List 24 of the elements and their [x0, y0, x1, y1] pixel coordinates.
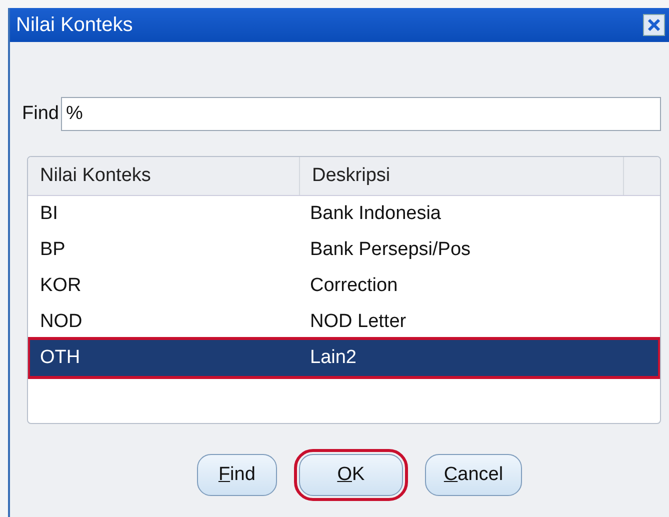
- column-header[interactable]: Deskripsi: [300, 157, 624, 195]
- table-row[interactable]: KOR Correction: [30, 268, 658, 304]
- table-cell-text: Bank Persepsi/Pos: [309, 238, 471, 262]
- table-cell-text: Lain2: [309, 346, 356, 370]
- table-cell-text: OTH: [39, 346, 82, 370]
- table-cell-text: KOR: [39, 274, 82, 298]
- table-cell-text: Correction: [309, 274, 398, 298]
- table-cell-text: BI: [39, 202, 59, 226]
- table-cell-text: NOD: [39, 310, 84, 334]
- window-title: Nilai Konteks: [16, 14, 133, 36]
- table-row[interactable]: BP Bank Persepsi/Pos: [30, 232, 658, 268]
- find-button[interactable]: Find: [196, 454, 277, 496]
- table-row[interactable]: NOD NOD Letter: [30, 304, 658, 340]
- table-cell-text: NOD Letter: [309, 310, 406, 334]
- column-header[interactable]: Nilai Konteks: [28, 157, 300, 195]
- close-button[interactable]: [643, 14, 665, 36]
- table-row[interactable]: OTH Lain2: [30, 340, 658, 376]
- table-cell-text: BP: [39, 238, 66, 262]
- table-row[interactable]: BI Bank Indonesia: [30, 196, 658, 232]
- close-icon: [647, 18, 661, 32]
- table-cell-text: Bank Indonesia: [309, 202, 441, 226]
- find-field[interactable]: %: [60, 97, 661, 131]
- cancel-button[interactable]: Cancel: [424, 454, 522, 496]
- find-label: Find: [22, 103, 59, 125]
